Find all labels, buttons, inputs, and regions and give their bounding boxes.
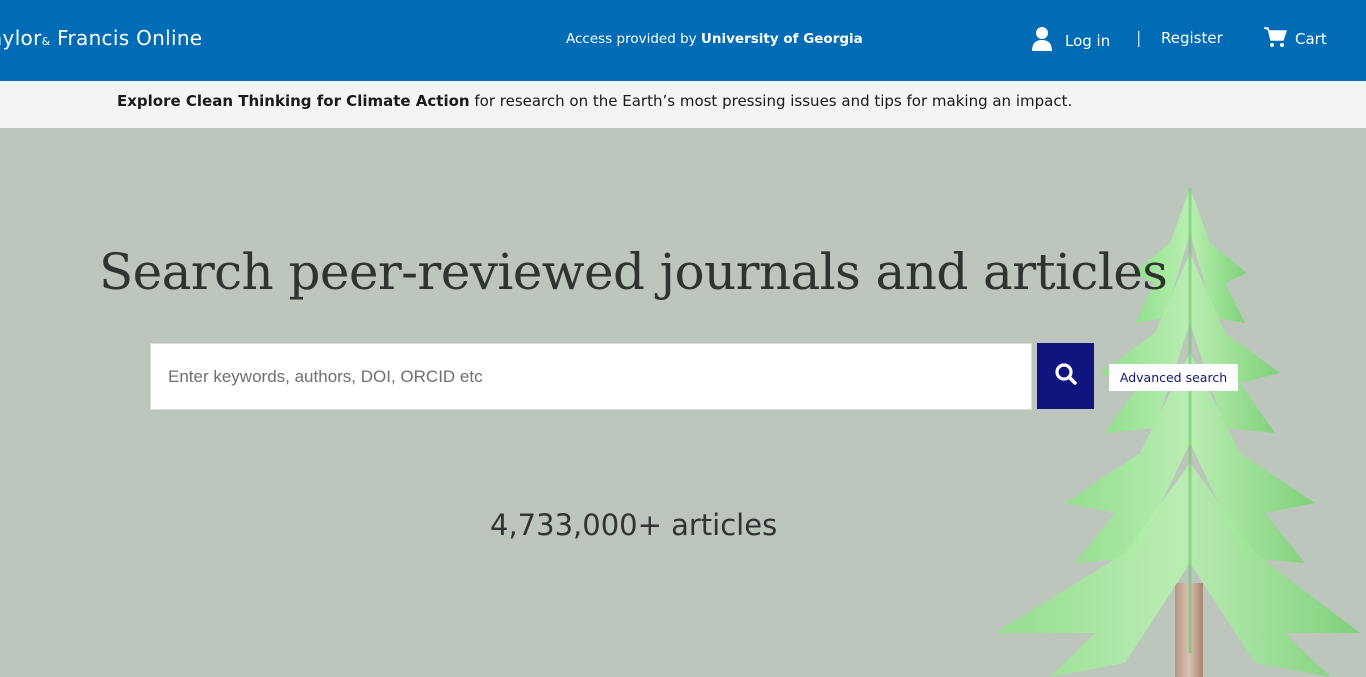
top-header-bar: aylor& Francis Online Access provided by… [0,0,1366,81]
logo-text-main: aylor [0,26,42,50]
cart-link[interactable]: Cart [1263,26,1327,52]
logo-ampersand: & [41,35,51,48]
user-icon [1031,26,1053,56]
access-institution: University of Georgia [700,31,863,47]
cart-icon [1263,26,1287,52]
banner-text: Explore Clean Thinking for Climate Actio… [117,92,1072,110]
search-icon [1054,362,1078,390]
access-prefix: Access provided by [566,31,701,47]
cart-label: Cart [1295,30,1327,48]
banner-rest-text: for research on the Earth’s most pressin… [469,92,1073,110]
banner-link[interactable]: Explore Clean Thinking for Climate Actio… [117,92,470,110]
page-title: Search peer-reviewed journals and articl… [99,243,1168,301]
article-count: 4,733,000+ articles [490,508,778,542]
search-button[interactable] [1037,343,1094,409]
header-separator: | [1136,28,1142,47]
advanced-search-link[interactable]: Advanced search [1109,364,1238,391]
login-label: Log in [1065,32,1111,50]
climate-action-banner: Explore Clean Thinking for Climate Actio… [0,81,1366,128]
logo-text-rest: Francis Online [50,26,203,50]
access-provider-text: Access provided by University of Georgia [566,31,863,47]
site-logo[interactable]: aylor& Francis Online [0,26,202,50]
search-input[interactable] [150,343,1032,410]
register-link[interactable]: Register [1161,29,1223,47]
login-link[interactable]: Log in [1031,26,1110,56]
